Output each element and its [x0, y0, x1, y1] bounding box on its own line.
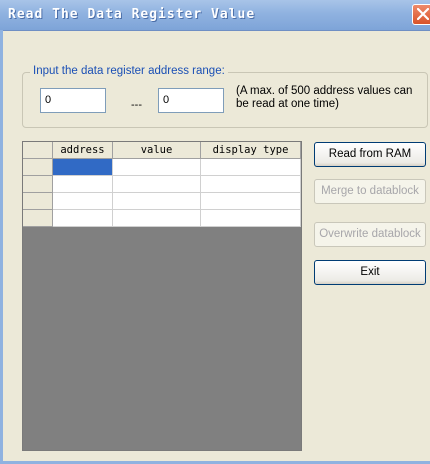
table-row[interactable]	[23, 159, 301, 176]
grid-corner-cell	[23, 142, 53, 158]
title-bar: Read The Data Register Value	[0, 0, 430, 31]
grid-header: address value display type	[23, 142, 301, 159]
grid-rows	[23, 159, 301, 227]
row-header[interactable]	[23, 176, 53, 193]
cell-display-type[interactable]	[201, 159, 301, 176]
cell-display-type[interactable]	[201, 193, 301, 210]
cell-value[interactable]	[113, 193, 201, 210]
close-icon	[417, 8, 429, 20]
cell-address[interactable]	[53, 176, 113, 193]
end-address-input[interactable]: 0	[158, 88, 224, 113]
overwrite-datablock-button[interactable]: Overwrite datablock	[314, 222, 426, 247]
window-title: Read The Data Register Value	[8, 7, 256, 22]
range-separator: ---	[131, 99, 142, 111]
row-header[interactable]	[23, 210, 53, 227]
start-address-input[interactable]: 0	[40, 88, 106, 113]
window-frame-left	[0, 30, 3, 464]
cell-value[interactable]	[113, 159, 201, 176]
cell-address[interactable]	[53, 159, 113, 176]
row-header[interactable]	[23, 159, 53, 176]
cell-address[interactable]	[53, 193, 113, 210]
address-range-legend: Input the data register address range:	[30, 65, 228, 77]
max-address-note: (A max. of 500 address values can be rea…	[236, 85, 413, 110]
row-header[interactable]	[23, 193, 53, 210]
read-from-ram-button[interactable]: Read from RAM	[314, 142, 426, 167]
cell-display-type[interactable]	[201, 210, 301, 227]
cell-value[interactable]	[113, 210, 201, 227]
register-grid[interactable]: address value display type	[22, 141, 302, 451]
cell-address[interactable]	[53, 210, 113, 227]
close-button[interactable]	[412, 4, 430, 25]
column-header-value[interactable]: value	[113, 142, 201, 158]
table-row[interactable]	[23, 193, 301, 210]
merge-to-datablock-button[interactable]: Merge to datablock	[314, 179, 426, 204]
exit-button[interactable]: Exit	[314, 260, 426, 285]
table-row[interactable]	[23, 210, 301, 227]
cell-display-type[interactable]	[201, 176, 301, 193]
column-header-address[interactable]: address	[53, 142, 113, 158]
column-header-display-type[interactable]: display type	[201, 142, 301, 158]
table-row[interactable]	[23, 176, 301, 193]
cell-value[interactable]	[113, 176, 201, 193]
